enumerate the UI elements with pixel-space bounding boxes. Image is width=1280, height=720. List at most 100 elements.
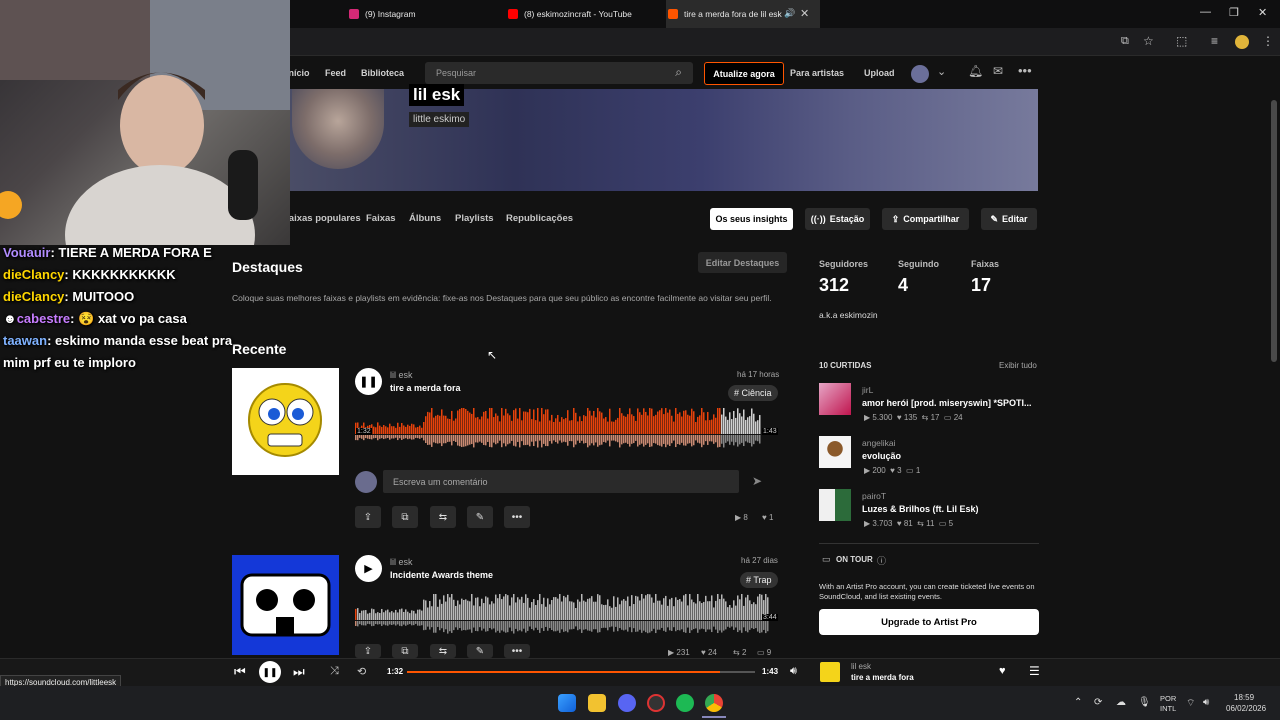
- track-title[interactable]: tire a merda fora: [390, 383, 461, 393]
- discord-icon[interactable]: [618, 694, 636, 712]
- repost-icon[interactable]: ⇆: [430, 644, 456, 658]
- track-artist[interactable]: lil esk: [390, 370, 413, 380]
- pencil-icon[interactable]: ✎: [467, 506, 493, 528]
- tab-albums[interactable]: Álbuns: [409, 213, 441, 224]
- more-icon[interactable]: •••: [504, 644, 530, 658]
- following-count[interactable]: 4: [898, 275, 908, 296]
- liked-title[interactable]: Luzes & Brilhos (ft. Lil Esk): [862, 504, 979, 514]
- close-window-icon[interactable]: ✕: [1258, 6, 1267, 19]
- app-icon[interactable]: [647, 694, 665, 712]
- menu-dots-icon[interactable]: ⋮: [1262, 34, 1274, 48]
- more-dots-icon[interactable]: •••: [1018, 63, 1032, 78]
- pause-button[interactable]: ❚❚: [355, 368, 382, 395]
- waveform[interactable]: [355, 408, 761, 448]
- tab-tracks[interactable]: Faixas: [366, 213, 396, 224]
- now-playing-artwork[interactable]: [820, 662, 840, 682]
- upgrade-now-button[interactable]: Atualize agora: [704, 62, 784, 85]
- tab-youtube[interactable]: (8) eskimozincraft - YouTube: [508, 0, 632, 28]
- windows-start-icon[interactable]: [558, 694, 576, 712]
- keyboard-language[interactable]: POR: [1160, 694, 1176, 703]
- media-icon[interactable]: ≡: [1211, 34, 1218, 48]
- wifi-icon[interactable]: ⌔: [1186, 697, 1195, 710]
- edit-highlights-button[interactable]: Editar Destaques: [698, 252, 787, 273]
- heart-icon[interactable]: ♥: [999, 665, 1006, 677]
- track-artist[interactable]: lil esk: [390, 557, 413, 567]
- speaker-icon[interactable]: 🔊︎: [1203, 697, 1209, 708]
- chevron-up-icon[interactable]: ⌃: [1074, 697, 1082, 708]
- file-explorer-icon[interactable]: [588, 694, 606, 712]
- followers-count[interactable]: 312: [819, 275, 849, 296]
- now-playing-artist[interactable]: lil esk: [851, 662, 871, 671]
- tab-playlists[interactable]: Playlists: [455, 213, 494, 224]
- track-title[interactable]: Incidente Awards theme: [390, 570, 493, 580]
- tracks-label[interactable]: Faixas: [971, 259, 999, 269]
- comment-input[interactable]: Escreva um comentário: [383, 470, 739, 493]
- player-pause-button[interactable]: ❚❚: [259, 661, 281, 683]
- copy-link-icon[interactable]: ⧉: [392, 506, 418, 528]
- tab-soundcloud[interactable]: tire a merda fora de lil esk 🔊 ✕: [666, 0, 820, 28]
- share-icon[interactable]: ⇪: [355, 506, 381, 528]
- repost-icon[interactable]: ⇆: [430, 506, 456, 528]
- user-avatar[interactable]: [911, 65, 929, 83]
- nav-feed[interactable]: Feed: [325, 68, 346, 78]
- edit-button[interactable]: ✎ Editar: [981, 208, 1037, 230]
- tab-instagram[interactable]: (9) Instagram: [349, 0, 416, 28]
- tracks-count[interactable]: 17: [971, 275, 991, 296]
- liked-artwork[interactable]: [819, 383, 851, 415]
- upload-link[interactable]: Upload: [864, 68, 895, 78]
- liked-user[interactable]: angelikai: [862, 438, 896, 448]
- next-icon[interactable]: ⏭: [293, 664, 305, 680]
- chevron-down-icon[interactable]: ⌄: [937, 65, 946, 78]
- for-artists-link[interactable]: Para artistas: [790, 68, 844, 78]
- upgrade-pro-button[interactable]: Upgrade to Artist Pro: [819, 609, 1039, 635]
- search-icon[interactable]: ⌕: [675, 65, 682, 80]
- shuffle-icon[interactable]: ⤨: [330, 665, 339, 678]
- play-button[interactable]: ▶: [355, 555, 382, 582]
- search-input[interactable]: Pesquisar ⌕: [425, 62, 693, 84]
- share-icon[interactable]: ⇪: [355, 644, 381, 658]
- bookmark-star-icon[interactable]: ☆: [1143, 34, 1154, 48]
- likes-title[interactable]: 10 CURTIDAS: [819, 361, 871, 370]
- spotify-icon[interactable]: [676, 694, 694, 712]
- notifications-bell-icon[interactable]: 🔔︎: [968, 64, 983, 78]
- waveform[interactable]: [355, 594, 769, 634]
- insights-button[interactable]: Os seus insights: [710, 208, 793, 230]
- keyboard-layout[interactable]: INTL: [1160, 704, 1176, 713]
- clock-date[interactable]: 06/02/2026: [1226, 704, 1266, 713]
- clock-time[interactable]: 18:59: [1234, 693, 1254, 702]
- restore-icon[interactable]: ❐: [1229, 6, 1239, 19]
- repeat-icon[interactable]: ⟲: [357, 665, 366, 678]
- send-icon[interactable]: ➤: [752, 474, 762, 488]
- liked-user[interactable]: pairoT: [862, 491, 886, 501]
- previous-icon[interactable]: ⏮: [234, 664, 246, 680]
- track-tag[interactable]: # Trap: [740, 572, 778, 588]
- install-icon[interactable]: ⧉: [1121, 35, 1129, 48]
- speaker-icon[interactable]: 🔊: [784, 8, 795, 19]
- followers-label[interactable]: Seguidores: [819, 259, 868, 269]
- now-playing-title[interactable]: tire a merda fora: [851, 673, 914, 682]
- chrome-icon[interactable]: [705, 694, 723, 712]
- following-label[interactable]: Seguindo: [898, 259, 939, 269]
- liked-title[interactable]: evolução: [862, 451, 901, 461]
- microphone-icon[interactable]: 🎙︎: [1138, 697, 1151, 708]
- queue-icon[interactable]: ☰: [1029, 664, 1040, 678]
- track-artwork[interactable]: [232, 555, 339, 655]
- extensions-icon[interactable]: ⬚: [1176, 34, 1187, 48]
- tab-reposts[interactable]: Republicações: [506, 213, 573, 224]
- profile-avatar[interactable]: [1235, 35, 1249, 49]
- liked-artwork[interactable]: [819, 489, 851, 521]
- track-artwork[interactable]: [232, 368, 339, 475]
- liked-artwork[interactable]: [819, 436, 851, 468]
- view-all-link[interactable]: Exibir tudo: [999, 361, 1037, 370]
- share-button[interactable]: ⇪ Compartilhar: [882, 208, 969, 230]
- pencil-icon[interactable]: ✎: [467, 644, 493, 658]
- tray-icon[interactable]: ⟳: [1094, 697, 1102, 708]
- minimize-icon[interactable]: —: [1200, 6, 1211, 18]
- page-scrollbar[interactable]: [1271, 100, 1277, 362]
- track-tag[interactable]: # Ciência: [728, 385, 778, 401]
- close-tab-icon[interactable]: ✕: [800, 7, 809, 20]
- liked-title[interactable]: amor herói [prod. miseryswin] *SPOTI...: [862, 398, 1032, 408]
- network-icon[interactable]: ☁: [1116, 697, 1126, 708]
- copy-link-icon[interactable]: ⧉: [392, 644, 418, 658]
- info-icon[interactable]: ⓘ: [877, 554, 886, 567]
